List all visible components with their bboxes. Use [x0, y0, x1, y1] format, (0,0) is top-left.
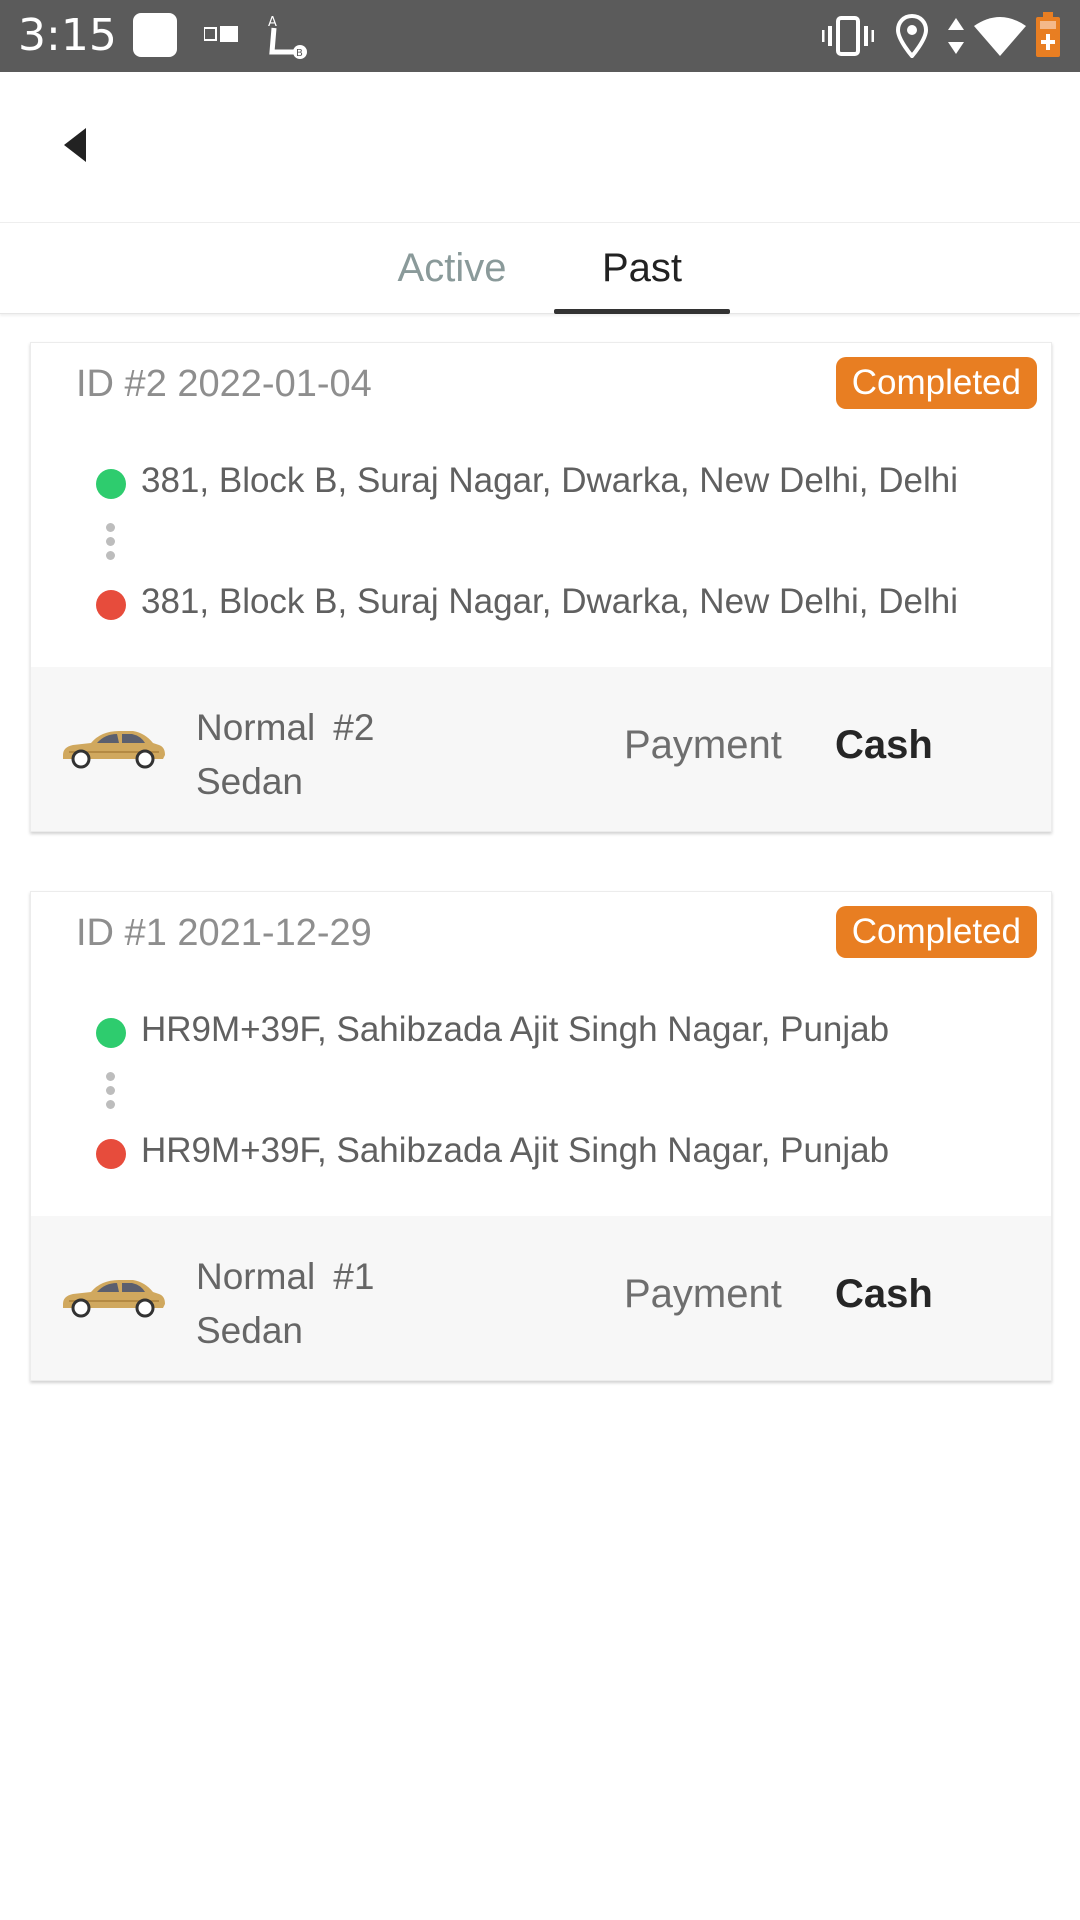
route-dots-icon [106, 1072, 116, 1116]
wifi-icon [972, 16, 1028, 60]
trip-id: ID #1 2021-12-29 [76, 912, 372, 954]
vehicle-info: Normal #1 Sedan [196, 1250, 374, 1358]
tab-active[interactable]: Active [372, 223, 532, 313]
svg-text:A: A [268, 15, 277, 30]
vehicle-type: Sedan [196, 761, 303, 802]
payment-label: Payment [624, 1272, 782, 1316]
pickup-address: HR9M+39F, Sahibzada Ajit Singh Nagar, Pu… [141, 1010, 890, 1049]
location-icon [895, 13, 929, 62]
route-dots-icon [106, 523, 116, 567]
battery-icon [1034, 12, 1062, 62]
payment-method: Cash [835, 723, 933, 767]
vehicle-info: Normal #2 Sedan [196, 701, 374, 809]
drop-address: 381, Block B, Suraj Nagar, Dwarka, New D… [141, 582, 959, 621]
payment-method: Cash [835, 1272, 933, 1316]
tab-past-label: Past [601, 245, 683, 290]
sim-icon [203, 24, 238, 50]
route-ab-icon: AB [264, 12, 310, 64]
tab-indicator [554, 309, 730, 314]
pickup-address: 381, Block B, Suraj Nagar, Dwarka, New D… [141, 461, 959, 500]
back-button[interactable] [40, 112, 110, 182]
trip-card-header: ID #1 2021-12-29 Completed HR9M+39F, Sah… [31, 892, 1051, 1216]
square-notification-icon [132, 12, 178, 62]
tab-bar: Active Past [0, 222, 1080, 314]
tab-active-label: Active [397, 245, 507, 290]
trip-card-header: ID #2 2022-01-04 Completed 381, Block B,… [31, 343, 1051, 667]
sedan-car-icon [59, 1274, 167, 1322]
trip-card-footer: Normal #2 Sedan Payment Cash [31, 667, 1051, 831]
svg-text:B: B [296, 48, 303, 59]
payment-label: Payment [624, 723, 782, 767]
vehicle-class: Normal [196, 707, 316, 748]
tab-past[interactable]: Past [554, 223, 730, 314]
drop-address: HR9M+39F, Sahibzada Ajit Singh Nagar, Pu… [141, 1131, 890, 1170]
vehicle-number: #1 [333, 1256, 375, 1297]
vehicle-type: Sedan [196, 1310, 303, 1351]
back-arrow-icon [62, 126, 88, 168]
pickup-dot-icon [96, 469, 126, 499]
trip-card[interactable]: ID #2 2022-01-04 Completed 381, Block B,… [30, 342, 1052, 832]
vehicle-class: Normal [196, 1256, 316, 1297]
trip-id: ID #2 2022-01-04 [76, 363, 372, 405]
drop-dot-icon [96, 590, 126, 620]
status-time: 3:15 [18, 10, 117, 61]
status-bar: 3:15 AB [0, 0, 1080, 72]
data-arrows-icon [946, 16, 966, 60]
status-badge: Completed [835, 357, 1037, 409]
sedan-car-icon [59, 725, 167, 773]
vibrate-icon [821, 16, 875, 60]
trip-card[interactable]: ID #1 2021-12-29 Completed HR9M+39F, Sah… [30, 891, 1052, 1381]
trip-card-footer: Normal #1 Sedan Payment Cash [31, 1216, 1051, 1380]
app-bar [0, 72, 1080, 222]
status-badge: Completed [835, 906, 1037, 958]
pickup-dot-icon [96, 1018, 126, 1048]
drop-dot-icon [96, 1139, 126, 1169]
vehicle-number: #2 [333, 707, 375, 748]
